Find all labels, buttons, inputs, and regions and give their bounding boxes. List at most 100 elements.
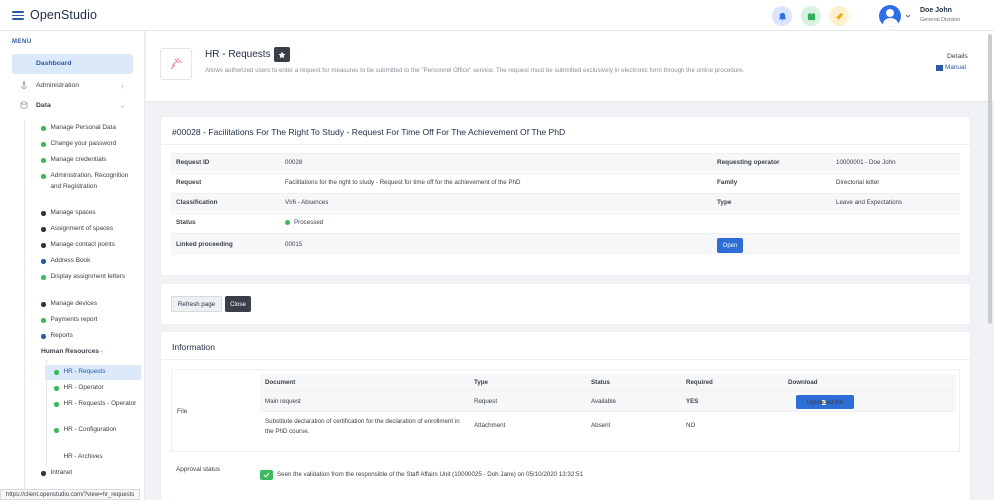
field-value: 00015 <box>285 241 303 248</box>
sidebar-item-manage-contact-points[interactable]: Manage contact points <box>41 240 133 251</box>
sidebar-item-change-password[interactable]: Change your password <box>41 139 133 150</box>
calendar-icon <box>807 12 815 20</box>
status-dot <box>54 370 59 375</box>
detail-row: Request Facilitations for the right to s… <box>171 173 960 192</box>
request-title: #00028 - Facilitations For The Right To … <box>172 127 566 137</box>
status-dot <box>285 219 290 225</box>
chevron-down-icon[interactable] <box>99 349 104 354</box>
status-dot <box>41 142 46 147</box>
sidebar-item-hr-archives[interactable]: HR - Archives <box>54 452 140 463</box>
sidebar-item-assignment-spaces[interactable]: Assignment of spaces <box>41 224 133 235</box>
document-type: Request <box>474 398 498 405</box>
status-dot <box>41 227 46 232</box>
notifications-button[interactable] <box>772 6 792 26</box>
chevron-down-icon[interactable] <box>120 104 125 109</box>
approval-label: Approval status <box>176 466 221 473</box>
scrollbar[interactable] <box>988 34 992 324</box>
status-dot <box>41 174 46 179</box>
status-dot <box>41 275 46 280</box>
document-required: YES <box>686 398 699 405</box>
sidebar-item-manage-personal-data[interactable]: Manage Personal Data <box>41 123 133 134</box>
quick-actions-button[interactable] <box>829 6 849 26</box>
sidebar-group-human-resources[interactable]: Human Resources <box>41 348 99 355</box>
rocket-icon <box>835 12 843 20</box>
status-bar-url: https://client.openstudio.com/?view=hr_r… <box>0 489 141 500</box>
bell-icon <box>778 12 786 21</box>
menu-heading: MENU <box>12 39 32 45</box>
status-dot <box>41 259 46 264</box>
sidebar-item-hr-requests[interactable]: HR - Requests <box>45 365 141 380</box>
status-dot <box>41 211 46 216</box>
sidebar-item-reports[interactable]: Reports <box>41 331 133 342</box>
field-label: Request <box>176 179 202 186</box>
sidebar-item-manage-spaces[interactable]: Manage spaces <box>41 208 133 219</box>
status-dot <box>41 471 46 476</box>
field-label: Status <box>176 219 196 226</box>
calendar-button[interactable] <box>801 6 821 26</box>
user-role: General Division <box>920 17 961 23</box>
information-card: Information File Document Type Status Re… <box>161 332 970 500</box>
request-details-card: #00028 - Facilitations For The Right To … <box>161 117 970 275</box>
anchor-icon <box>21 81 27 89</box>
status-dot <box>54 386 59 391</box>
status-dot <box>41 318 46 323</box>
page-icon <box>160 48 192 80</box>
refresh-button[interactable]: Refresh page <box>171 296 222 312</box>
column-header: Download <box>788 379 818 386</box>
document-required: NO <box>686 422 696 429</box>
page-description: Allows authorized users to enter a reque… <box>205 67 745 74</box>
detail-row: Status Processed <box>171 213 960 232</box>
open-proceeding-button[interactable]: Open <box>717 238 743 253</box>
detail-row: Classification VI/6 - Absences Type Leav… <box>171 193 960 212</box>
manual-link[interactable]: Manual <box>936 64 966 71</box>
user-avatar[interactable] <box>879 5 901 27</box>
field-label: Request ID <box>176 159 210 166</box>
sidebar-item-intranet[interactable]: Intranet <box>41 468 133 479</box>
sidebar-item-manage-credentials[interactable]: Manage credentials <box>41 155 133 166</box>
sidebar-item-payments-report[interactable]: Payments report <box>41 315 133 326</box>
detail-row: Linked proceeding 00015 Open <box>171 233 960 255</box>
field-label: Family <box>717 179 738 186</box>
top-bar: OpenStudio Doe John General Division <box>0 0 994 31</box>
close-button[interactable]: Close <box>225 296 251 312</box>
details-link[interactable]: Details <box>947 53 968 60</box>
field-label: Type <box>717 199 732 206</box>
user-name[interactable]: Doe John <box>920 7 952 14</box>
chevron-right-icon[interactable] <box>120 84 125 89</box>
document-status: Absent <box>591 422 611 429</box>
uploaded-file-button[interactable]: Uploaded file <box>796 395 854 409</box>
field-value: 00028 <box>285 159 303 166</box>
checkmark-icon <box>263 472 270 478</box>
sidebar-item-address-book[interactable]: Address Book <box>41 256 133 267</box>
brand-logo[interactable]: OpenStudio <box>30 8 97 22</box>
status-value: Processed <box>285 219 323 226</box>
chevron-down-icon[interactable] <box>905 13 911 19</box>
sidebar-group-data[interactable]: Data <box>20 101 51 109</box>
field-value: Directorial letter <box>836 179 880 186</box>
sidebar-item-display-assignment-letters[interactable]: Display assignment letters <box>41 272 133 283</box>
status-dot <box>54 428 59 433</box>
sidebar-item-manage-devices[interactable]: Manage devices <box>41 299 133 310</box>
sidebar-item-hr-requests-operator[interactable]: HR - Requests - Operator <box>54 399 140 410</box>
sidebar-item-dashboard[interactable]: Dashboard <box>12 54 133 74</box>
approval-check-badge <box>260 470 273 480</box>
detail-row: Request ID 00028 Requesting operator 100… <box>171 153 960 172</box>
document-name: Substitute declaration of certification … <box>265 418 460 435</box>
column-header: Status <box>591 379 610 386</box>
document-status: Available <box>591 398 616 405</box>
favorite-button[interactable] <box>274 47 290 62</box>
file-section: File Document Type Status Required Downl… <box>171 369 960 452</box>
hamburger-menu-icon[interactable] <box>12 11 24 20</box>
status-dot <box>54 402 59 407</box>
field-label: Classification <box>176 199 218 206</box>
sidebar-item-administration-recognition[interactable]: Administration, Recognition and Registra… <box>41 171 133 192</box>
sidebar-group-administration[interactable]: Administration <box>20 81 79 89</box>
tree-line <box>24 120 25 495</box>
sidebar: MENU Dashboard Administration Data Manag… <box>0 31 145 500</box>
column-header: Type <box>474 379 488 386</box>
sidebar-item-hr-operator[interactable]: HR - Operator <box>54 383 140 394</box>
field-value: Facilitations for the right to study - R… <box>285 179 521 186</box>
star-icon <box>278 51 286 58</box>
sidebar-item-hr-configuration[interactable]: HR - Configuration <box>54 425 140 436</box>
status-dot <box>41 334 46 339</box>
